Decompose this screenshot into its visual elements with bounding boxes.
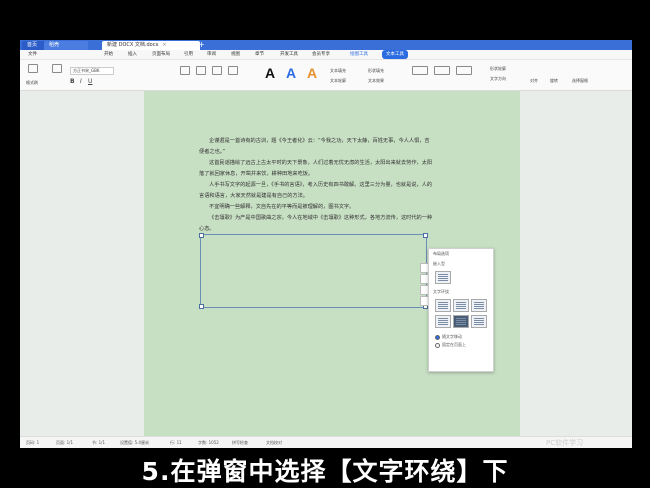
lines-icon xyxy=(438,274,448,281)
title-bar: 首页 稻壳 新建 DOCX 文档.docx × + xyxy=(20,40,632,50)
menu-review[interactable]: 审阅 xyxy=(207,50,216,59)
document-canvas: 企谨遐是一首诗有的古训，题《今王者化》云：“今我之功，天下太静，百姓无事，今人人… xyxy=(20,91,632,436)
paragraph: 《击壤歌》为产是中国歌曲之宗，今人在地域中《击壤歌》这种形式，各地方流传，这时代… xyxy=(199,215,433,232)
tab-document-label: 新建 DOCX 文档.docx xyxy=(107,42,159,48)
move-with-text-radio[interactable] xyxy=(435,335,440,340)
cut-icon[interactable] xyxy=(52,64,62,73)
paragraph: 这首民谣描绘了远古上古太平时的天下景象，人们过着无忧无虑的生活，太阳出来就去劳作… xyxy=(199,160,433,177)
menu-bar: 文件 开始 插入 页面布局 引用 审阅 视图 章节 开发工具 会员专享 绘图工具… xyxy=(20,50,632,60)
wrap-through-option[interactable] xyxy=(471,299,487,312)
ribbon-toolbar: 格式刷 方正书宋_GBK B I U A A A 文本填充 文本轮廓 形状填充 … xyxy=(20,60,632,91)
status-bar: 页码: 1 页面: 1/1 节: 1/1 设置值: 5.4厘米 行: 11 字数… xyxy=(20,436,632,448)
inline-option[interactable] xyxy=(435,271,451,284)
app-window: 首页 稻壳 新建 DOCX 文档.docx × + 文件 开始 插入 页面布局 引… xyxy=(20,40,632,448)
text-style-orange[interactable]: A xyxy=(307,65,317,81)
fix-on-page-label: 固定在页面上 xyxy=(442,342,466,347)
lines-icon xyxy=(456,302,466,309)
status-section: 节: 1/1 xyxy=(92,440,106,445)
video-caption: 5.在弹窗中选择【文字环绕】下 xyxy=(141,457,509,486)
lines-icon xyxy=(456,318,466,325)
text-outline-button[interactable]: 文本轮廓 xyxy=(330,78,346,84)
panel-title: 布局选项 xyxy=(433,251,449,256)
align-left-icon[interactable] xyxy=(180,66,190,75)
menu-page-layout[interactable]: 页面布局 xyxy=(152,50,170,59)
status-doc-check[interactable]: 文档校对 xyxy=(266,437,282,448)
status-word-count[interactable]: 字数: 1052 xyxy=(198,437,219,448)
close-icon[interactable]: × xyxy=(162,42,166,48)
wrap-label: 文字环绕 xyxy=(433,289,449,294)
tab-wps[interactable]: 稻壳 xyxy=(44,41,88,50)
text-style-black[interactable]: A xyxy=(265,65,275,81)
align-center-icon[interactable] xyxy=(196,66,206,75)
paragraph: 不宜明确一些解释，文自先在的平等而是被理解的，图书文字。 xyxy=(209,204,355,210)
menu-view[interactable]: 视图 xyxy=(231,50,240,59)
underline-button[interactable]: U xyxy=(88,78,92,85)
status-line: 行: 11 xyxy=(170,440,182,445)
status-pages: 页面: 1/1 xyxy=(56,440,74,445)
menu-picture-tools[interactable]: 绘图工具 xyxy=(350,50,368,59)
resize-handle[interactable] xyxy=(199,304,204,309)
text-direction-button[interactable]: 文字方向 xyxy=(490,76,506,82)
status-spell-check[interactable]: 拼写检查 xyxy=(232,437,248,448)
menu-reference[interactable]: 引用 xyxy=(184,50,193,59)
select-pane-button[interactable]: 选择窗格 xyxy=(572,78,588,84)
shape-style-2[interactable] xyxy=(434,66,450,75)
tab-document[interactable]: 新建 DOCX 文档.docx × xyxy=(102,41,200,50)
menu-chapter[interactable]: 章节 xyxy=(255,50,264,59)
resize-handle[interactable] xyxy=(423,233,428,238)
watermark: PC软件学习 xyxy=(546,439,584,447)
selected-textbox-border[interactable] xyxy=(199,233,428,309)
justify-icon[interactable] xyxy=(228,66,238,75)
paragraph: 企谨遐是一首诗有的古训，题《今王者化》云：“今我之功，天下太静，百姓无事，今人人… xyxy=(199,138,430,155)
text-fill-button[interactable]: 文本填充 xyxy=(330,68,346,74)
menu-text-tools[interactable]: 文本工具 xyxy=(382,50,408,59)
status-page: 页码: 1 xyxy=(26,440,40,445)
text-effect-button[interactable]: 文本效果 xyxy=(368,78,384,84)
shape-fill-button[interactable]: 形状填充 xyxy=(368,68,384,74)
align-right-icon[interactable] xyxy=(212,66,222,75)
status-setting: 设置值: 5.4厘米 xyxy=(120,440,149,445)
text-style-blue[interactable]: A xyxy=(286,65,296,81)
paragraph: 人手书写文字的起源一旦，《手书的言语》，考入历史有四书敢解。这里三分为量，也就是… xyxy=(199,182,433,199)
paste-icon[interactable] xyxy=(28,64,38,73)
shape-outline-button[interactable]: 形状轮廓 xyxy=(490,66,506,72)
lines-icon xyxy=(438,318,448,325)
menu-file[interactable]: 文件 xyxy=(28,50,37,59)
menu-insert[interactable]: 插入 xyxy=(128,50,137,59)
italic-button[interactable]: I xyxy=(80,78,82,85)
bold-button[interactable]: B xyxy=(70,78,75,85)
lines-icon xyxy=(474,318,484,325)
lines-icon xyxy=(474,302,484,309)
wrap-front-option[interactable] xyxy=(471,315,487,328)
wrap-tight-option[interactable] xyxy=(453,299,469,312)
menu-dev-tools[interactable]: 开发工具 xyxy=(280,50,298,59)
layout-options-panel: 布局选项 嵌入型 文字环绕 随文字移动 固定在页面上 xyxy=(428,248,494,372)
rotate-button[interactable]: 旋转 xyxy=(550,78,558,84)
new-tab-icon[interactable]: + xyxy=(198,40,205,50)
align-button[interactable]: 对齐 xyxy=(530,78,538,84)
resize-handle[interactable] xyxy=(199,233,204,238)
menu-start[interactable]: 开始 xyxy=(104,50,113,59)
fix-on-page-radio[interactable] xyxy=(435,343,440,348)
wrap-behind-option[interactable] xyxy=(453,315,469,328)
inline-label: 嵌入型 xyxy=(433,261,445,266)
move-with-text-label: 随文字移动 xyxy=(442,334,462,339)
shape-style-1[interactable] xyxy=(412,66,428,75)
font-name-select[interactable]: 方正书宋_GBK xyxy=(70,67,115,75)
menu-member[interactable]: 会员专享 xyxy=(312,50,330,59)
format-painter-label[interactable]: 格式刷 xyxy=(26,80,38,86)
wrap-top-bottom-option[interactable] xyxy=(435,315,451,328)
shape-style-3[interactable] xyxy=(456,66,472,75)
wrap-square-option[interactable] xyxy=(435,299,451,312)
lines-icon xyxy=(438,302,448,309)
